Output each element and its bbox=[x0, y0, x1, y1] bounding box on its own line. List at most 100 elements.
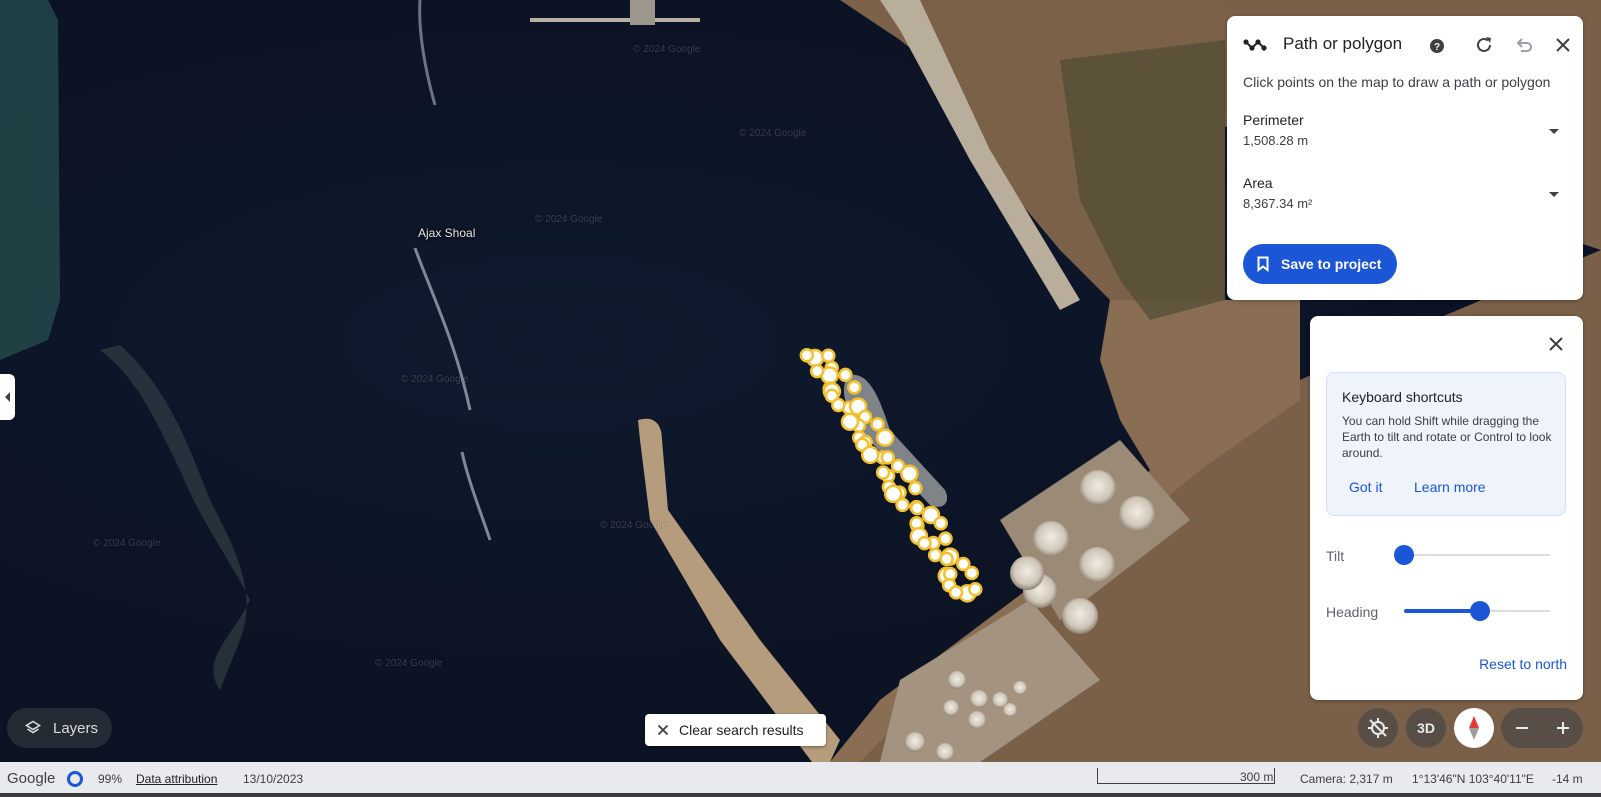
path-marker[interactable] bbox=[968, 582, 983, 597]
slider-fill bbox=[1404, 609, 1480, 613]
path-marker[interactable] bbox=[917, 535, 932, 551]
path-marker[interactable] bbox=[840, 412, 860, 431]
toggle-3d-button[interactable]: 3D bbox=[1406, 708, 1446, 748]
area-row[interactable]: Area 8,367.34 m² bbox=[1243, 175, 1567, 219]
zoom-in-button[interactable] bbox=[1542, 708, 1583, 748]
expand-sidebar-button[interactable] bbox=[0, 374, 15, 420]
path-marker[interactable] bbox=[860, 445, 880, 465]
perimeter-row[interactable]: Perimeter 1,508.28 m bbox=[1243, 112, 1567, 156]
panel-title: Path or polygon bbox=[1283, 34, 1403, 53]
path-marker[interactable] bbox=[933, 516, 949, 531]
shortcuts-title: Keyboard shortcuts bbox=[1342, 389, 1463, 405]
chevron-down-icon[interactable] bbox=[1545, 122, 1563, 140]
path-marker[interactable] bbox=[875, 465, 891, 480]
storage-tank bbox=[968, 711, 986, 729]
google-logo: Google bbox=[7, 770, 56, 787]
path-marker[interactable] bbox=[910, 500, 925, 516]
chevron-left-icon bbox=[4, 392, 10, 402]
shortcuts-body: You can hold Shift while dragging the Ea… bbox=[1342, 414, 1552, 460]
clear-search-results-button[interactable]: Clear search results bbox=[645, 714, 826, 746]
chevron-down-icon[interactable] bbox=[1545, 185, 1563, 203]
map-watermark: © 2024 Google bbox=[600, 520, 668, 531]
got-it-button[interactable]: Got it bbox=[1349, 479, 1382, 495]
reset-to-north-link[interactable]: Reset to north bbox=[1479, 656, 1567, 672]
slider-thumb[interactable] bbox=[1469, 601, 1490, 621]
storage-tank bbox=[1079, 547, 1115, 583]
heading-slider[interactable] bbox=[1404, 601, 1550, 621]
path-marker[interactable] bbox=[838, 367, 853, 383]
storage-tank bbox=[1010, 556, 1044, 590]
storage-tank bbox=[943, 700, 959, 716]
storage-tank bbox=[1080, 470, 1116, 506]
navigation-panel: Keyboard shortcuts You can hold Shift wh… bbox=[1310, 316, 1583, 700]
path-marker[interactable] bbox=[831, 397, 846, 413]
keyboard-shortcuts-tip: Keyboard shortcuts You can hold Shift wh… bbox=[1326, 372, 1566, 516]
path-marker[interactable] bbox=[880, 450, 896, 465]
zoom-out-button[interactable] bbox=[1501, 708, 1542, 748]
path-marker[interactable] bbox=[870, 417, 885, 432]
path-marker[interactable] bbox=[908, 480, 923, 496]
breakwater bbox=[638, 418, 840, 762]
undo-icon[interactable] bbox=[1512, 33, 1536, 57]
perimeter-value: 1,508.28 m bbox=[1243, 133, 1309, 148]
silt-plume bbox=[100, 345, 250, 690]
path-marker[interactable] bbox=[809, 363, 825, 379]
map-watermark: © 2024 Google bbox=[93, 538, 161, 549]
layers-icon bbox=[25, 720, 41, 734]
status-bar: Google 99% Data attribution 13/10/2023 3… bbox=[0, 762, 1601, 797]
pier-top bbox=[530, 18, 700, 22]
layers-button[interactable]: Layers bbox=[7, 708, 112, 748]
storage-tank bbox=[1062, 598, 1098, 634]
area-label: Area bbox=[1243, 175, 1273, 191]
boat-wake-2 bbox=[460, 451, 492, 541]
compass-button[interactable] bbox=[1454, 708, 1494, 748]
close-icon[interactable] bbox=[1548, 336, 1564, 357]
window-bottom-edge bbox=[0, 793, 1601, 797]
path-marker[interactable] bbox=[948, 585, 964, 600]
path-marker[interactable] bbox=[938, 531, 953, 546]
path-marker[interactable] bbox=[847, 380, 862, 395]
bookmark-icon bbox=[1257, 256, 1269, 272]
scale-label: 300 m bbox=[1240, 770, 1274, 784]
map-watermark: © 2024 Google bbox=[401, 374, 469, 385]
coordinates: 1°13'46"N 103°40'11"E bbox=[1412, 772, 1534, 786]
help-icon[interactable]: ? bbox=[1425, 34, 1449, 58]
refresh-icon[interactable] bbox=[1472, 33, 1496, 57]
path-marker[interactable] bbox=[875, 428, 895, 447]
my-location-button[interactable] bbox=[1358, 708, 1398, 748]
storage-tank bbox=[905, 732, 925, 752]
path-marker[interactable] bbox=[895, 497, 910, 513]
zoom-controls bbox=[1501, 708, 1583, 748]
location-disabled-icon bbox=[1368, 718, 1388, 738]
storage-tank bbox=[1119, 496, 1155, 532]
path-marker[interactable] bbox=[964, 565, 980, 581]
svg-text:?: ? bbox=[1434, 42, 1440, 53]
area-value: 8,367.34 m² bbox=[1243, 196, 1313, 211]
path-marker[interactable] bbox=[927, 547, 943, 563]
tilt-slider[interactable] bbox=[1394, 545, 1550, 565]
path-marker[interactable] bbox=[900, 464, 919, 483]
path-marker[interactable] bbox=[821, 348, 836, 364]
storage-tank bbox=[948, 671, 966, 689]
plus-icon bbox=[1556, 722, 1569, 734]
vegetation bbox=[1060, 40, 1225, 320]
storage-tank bbox=[970, 690, 988, 708]
storage-tank bbox=[1033, 521, 1069, 557]
panel-header: Path or polygon ? bbox=[1227, 16, 1583, 72]
save-to-project-button[interactable]: Save to project bbox=[1243, 244, 1397, 284]
path-marker[interactable] bbox=[799, 348, 815, 363]
data-attribution-link[interactable]: Data attribution bbox=[136, 772, 217, 786]
storage-tank bbox=[1013, 681, 1027, 695]
close-icon[interactable] bbox=[1551, 33, 1575, 57]
compass-icon bbox=[1469, 716, 1479, 740]
learn-more-link[interactable]: Learn more bbox=[1414, 479, 1486, 495]
place-label-ajax-shoal[interactable]: Ajax Shoal bbox=[418, 226, 475, 240]
map-watermark: © 2024 Google bbox=[739, 128, 807, 139]
heading-label: Heading bbox=[1326, 604, 1379, 620]
slider-thumb[interactable] bbox=[1394, 545, 1414, 565]
path-markers bbox=[799, 348, 983, 603]
map-watermark: © 2024 Google bbox=[375, 658, 443, 669]
save-button-label: Save to project bbox=[1281, 256, 1382, 272]
pier-building bbox=[630, 0, 655, 25]
boat-wake-1 bbox=[413, 247, 472, 411]
